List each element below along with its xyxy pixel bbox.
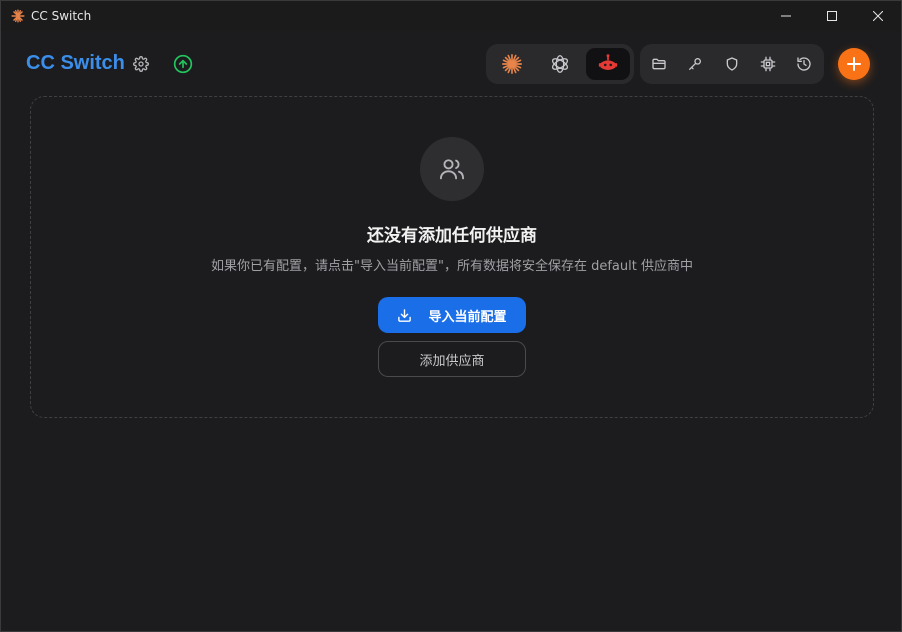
plus-icon [847, 57, 861, 71]
users-icon [439, 159, 465, 180]
download-icon [397, 308, 412, 323]
chip-icon [760, 56, 776, 72]
import-config-button[interactable]: 导入当前配置 [378, 297, 526, 333]
maximize-button[interactable] [809, 1, 855, 31]
shield-icon [726, 57, 738, 71]
empty-state-description: 如果你已有配置，请点击"导入当前配置"，所有数据将安全保存在 default 供… [211, 259, 693, 274]
app-logo-icon [10, 8, 26, 24]
add-provider-fab[interactable] [838, 48, 870, 80]
add-provider-button[interactable]: 添加供应商 [378, 341, 526, 377]
app-window: CC Switch CC Switch 还没有添加任何供应商 如果你已有配置，请… [0, 0, 902, 632]
minimize-icon [781, 15, 791, 17]
openai-knot-icon [551, 55, 569, 73]
toolbar [640, 44, 824, 84]
brand-title: CC Switch [26, 52, 125, 74]
mcp-button[interactable] [757, 53, 779, 75]
close-window-button[interactable] [855, 1, 901, 31]
update-button[interactable] [172, 53, 194, 75]
app-header: CC Switch [1, 31, 901, 97]
empty-state-avatar [420, 137, 484, 201]
app-switcher [486, 44, 634, 84]
folder-icon [652, 58, 666, 70]
app-switch-claude[interactable] [490, 48, 534, 80]
add-provider-label: 添加供应商 [419, 353, 485, 369]
settings-button[interactable] [130, 53, 152, 75]
minimize-button[interactable] [763, 1, 809, 31]
window-controls [763, 1, 901, 31]
close-icon [873, 11, 883, 21]
app-switch-gemini[interactable] [586, 48, 630, 80]
red-robot-icon [598, 54, 618, 70]
empty-state-title: 还没有添加任何供应商 [367, 226, 537, 246]
maximize-icon [827, 11, 837, 21]
app-switch-codex[interactable] [538, 48, 582, 80]
import-config-label: 导入当前配置 [428, 309, 507, 325]
key-icon [689, 58, 701, 70]
open-folder-button[interactable] [648, 53, 670, 75]
arrow-up-circle-icon [173, 54, 193, 74]
gear-icon [133, 56, 149, 72]
security-button[interactable] [721, 53, 743, 75]
window-title: CC Switch [31, 9, 92, 23]
claude-sunburst-icon [502, 54, 522, 74]
history-button[interactable] [793, 53, 815, 75]
history-icon [797, 57, 811, 71]
title-bar: CC Switch [1, 1, 901, 31]
api-key-button[interactable] [684, 53, 706, 75]
empty-state-panel: 还没有添加任何供应商 如果你已有配置，请点击"导入当前配置"，所有数据将安全保存… [30, 96, 874, 418]
